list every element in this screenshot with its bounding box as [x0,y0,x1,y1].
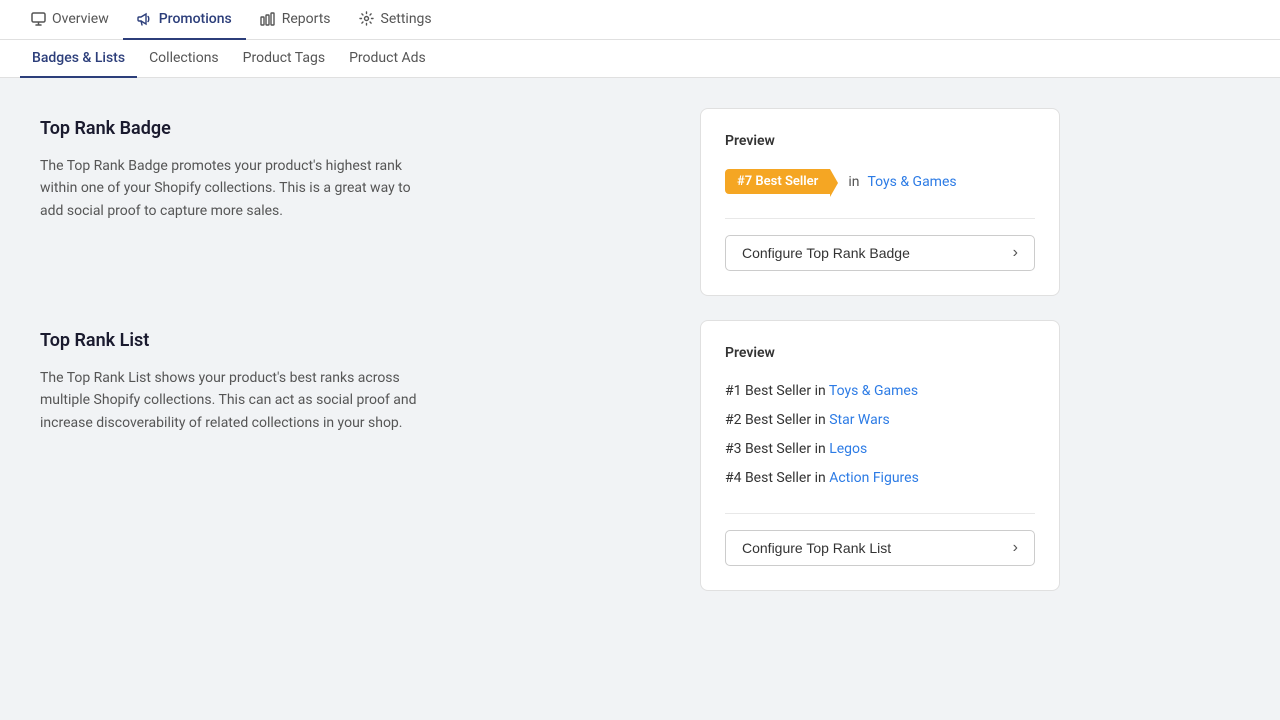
chevron-right-icon-2: › [1013,539,1018,557]
list-description: Top Rank List The Top Rank List shows yo… [40,320,676,444]
list-item: #3 Best Seller in Legos [725,439,1035,460]
badge-section-row: Top Rank Badge The Top Rank Badge promot… [40,108,1060,296]
list-title: Top Rank List [40,330,676,351]
sub-navigation: Badges & Lists Collections Product Tags … [0,40,1280,78]
list-divider [725,513,1035,514]
list-link-1[interactable]: Toys & Games [829,383,918,399]
list-rank-4: #4 Best Seller in [725,470,829,486]
sub-nav-label-badges-lists: Badges & Lists [32,50,125,66]
badge-in-text: in [848,174,859,190]
list-link-4[interactable]: Action Figures [829,470,919,486]
gear-icon [359,11,375,27]
sub-nav-collections[interactable]: Collections [137,40,231,78]
nav-item-reports[interactable]: Reports [246,0,345,40]
configure-badge-label: Configure Top Rank Badge [742,245,910,261]
nav-item-settings[interactable]: Settings [345,0,446,40]
sub-nav-label-product-tags: Product Tags [243,50,325,66]
badge-preview-card: Preview #7 Best Seller in Toys & Games C… [700,108,1060,296]
bar-chart-icon [260,11,276,27]
badge-title: Top Rank Badge [40,118,676,139]
list-link-2[interactable]: Star Wars [829,412,890,428]
list-rank-3: #3 Best Seller in [725,441,829,457]
chevron-right-icon: › [1013,244,1018,262]
top-navigation: Overview Promotions Reports [0,0,1280,40]
list-rank-1: #1 Best Seller in [725,383,829,399]
nav-label-reports: Reports [282,11,331,27]
list-preview-card: Preview #1 Best Seller in Toys & Games #… [700,320,1060,591]
sub-nav-product-ads[interactable]: Product Ads [337,40,438,78]
list-rank-2: #2 Best Seller in [725,412,829,428]
sub-nav-label-product-ads: Product Ads [349,50,426,66]
nav-label-overview: Overview [52,11,109,27]
badge-description: Top Rank Badge The Top Rank Badge promot… [40,108,676,232]
list-text: The Top Rank List shows your product's b… [40,367,420,434]
list-item: #2 Best Seller in Star Wars [725,410,1035,431]
list-item: #4 Best Seller in Action Figures [725,468,1035,489]
nav-item-promotions[interactable]: Promotions [123,0,246,40]
list-section-row: Top Rank List The Top Rank List shows yo… [40,320,1060,591]
sub-nav-label-collections: Collections [149,50,219,66]
main-content: Top Rank Badge The Top Rank Badge promot… [0,78,1100,645]
badge-text: The Top Rank Badge promotes your product… [40,155,420,222]
configure-list-label: Configure Top Rank List [742,540,891,556]
monitor-icon [30,11,46,27]
list-link-3[interactable]: Legos [829,441,867,457]
badge-collection-link[interactable]: Toys & Games [867,174,956,190]
sub-nav-badges-lists[interactable]: Badges & Lists [20,40,137,78]
nav-label-settings: Settings [381,11,432,27]
badge-divider [725,218,1035,219]
nav-item-overview[interactable]: Overview [16,0,123,40]
configure-badge-button[interactable]: Configure Top Rank Badge › [725,235,1035,271]
sub-nav-product-tags[interactable]: Product Tags [231,40,337,78]
badge-preview-area: #7 Best Seller in Toys & Games [725,169,1035,194]
configure-list-button[interactable]: Configure Top Rank List › [725,530,1035,566]
nav-label-promotions: Promotions [159,11,232,27]
badge-tag: #7 Best Seller [725,169,830,194]
badge-preview-label: Preview [725,133,1035,149]
list-item: #1 Best Seller in Toys & Games [725,381,1035,402]
list-preview-area: #1 Best Seller in Toys & Games #2 Best S… [725,381,1035,489]
megaphone-icon [137,11,153,27]
list-preview-label: Preview [725,345,1035,361]
